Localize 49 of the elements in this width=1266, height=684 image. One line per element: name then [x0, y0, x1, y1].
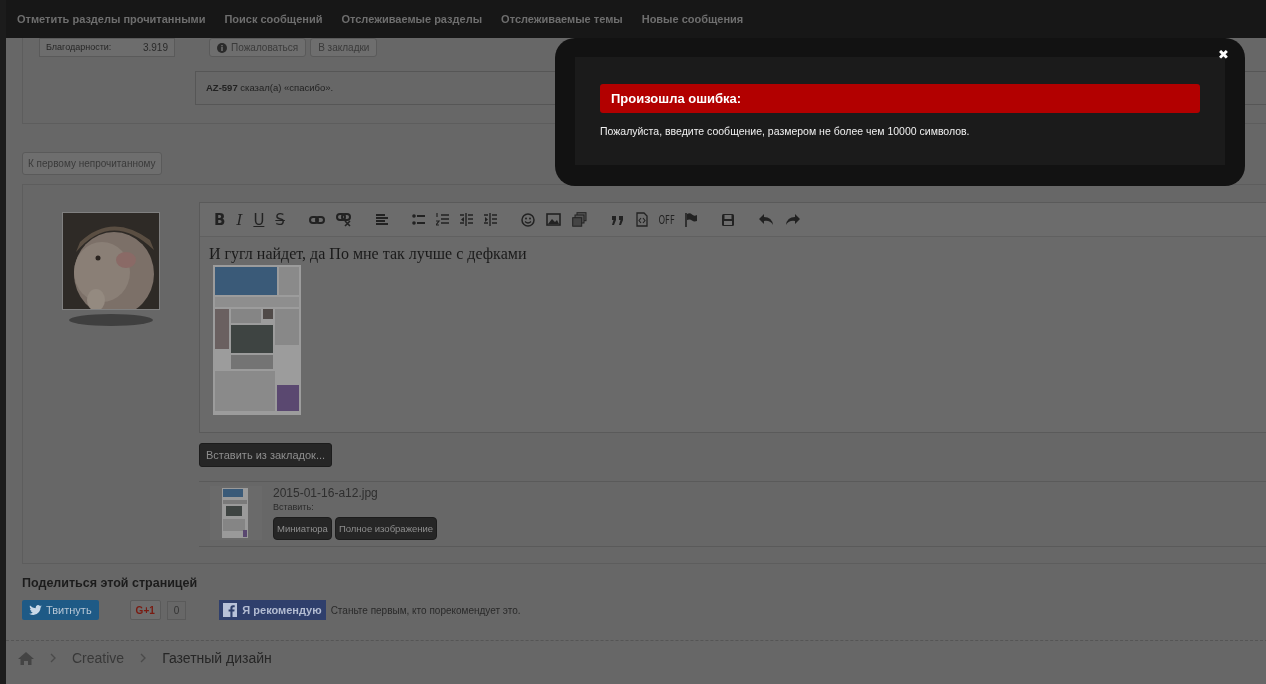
thanks-label: Благодарности: — [46, 42, 112, 53]
google-plus-button[interactable]: G+1 — [129, 600, 161, 620]
recommend-button[interactable]: Я рекомендую — [219, 600, 326, 620]
nav-link[interactable]: Отслеживаемые темы — [501, 13, 623, 25]
chevron-icon — [50, 653, 56, 663]
media-icon[interactable] — [571, 212, 587, 227]
numbered-list-icon[interactable] — [435, 213, 449, 226]
error-message: Пожалуйста, введите сообщение, размером не более чем 10000 символов. — [600, 125, 971, 137]
chevron-icon — [140, 653, 147, 663]
insert-from-bookmarks-button[interactable]: Вставить из закладок... — [199, 443, 333, 467]
home-icon[interactable] — [18, 651, 34, 665]
quote-icon[interactable] — [610, 214, 625, 225]
save-icon[interactable] — [721, 212, 736, 227]
error-title: Произошла ошибка: — [600, 84, 1200, 113]
nav-link[interactable]: Новые сообщения — [641, 13, 744, 25]
align-left-icon[interactable] — [375, 213, 388, 226]
thanks-value: 3.919 — [142, 42, 168, 53]
attachment-filename: 2015-01-16-a12.jpg — [273, 486, 379, 500]
image-icon[interactable] — [545, 213, 561, 226]
nav-link[interactable]: Поиск сообщений — [224, 13, 323, 25]
format-button[interactable]: S — [275, 210, 285, 229]
close-button[interactable]: ✖ — [1218, 47, 1229, 62]
format-button[interactable]: I — [236, 210, 243, 229]
link-icon[interactable] — [308, 214, 325, 225]
format-button[interactable]: B — [214, 210, 226, 229]
format-button[interactable]: U — [253, 210, 265, 229]
flag-icon[interactable] — [685, 212, 698, 227]
bullet-list-icon[interactable] — [411, 213, 425, 226]
unlink-icon[interactable] — [335, 212, 352, 227]
message-text: И гугл найдет, да По мне так лучше с дефками — [209, 245, 528, 263]
redo-icon[interactable] — [785, 214, 801, 225]
undo-icon[interactable] — [759, 214, 775, 225]
bird-icon — [29, 604, 42, 616]
info-icon — [217, 42, 227, 53]
smiley-icon[interactable] — [520, 212, 535, 227]
code-icon[interactable] — [635, 212, 648, 227]
nav-link[interactable]: Отметить разделы прочитанными — [17, 13, 206, 25]
breadcrumb-link[interactable]: Газетный дизайн — [162, 650, 272, 666]
share-heading: Поделиться этой страницей — [22, 576, 198, 590]
insert-label: Вставить: — [273, 502, 315, 512]
nav-link[interactable]: Отслеживаемые разделы — [341, 13, 483, 25]
insert-full-image-button[interactable]: Полное изображение — [334, 517, 438, 540]
indent-icon[interactable] — [483, 213, 497, 226]
off-topic-button[interactable]: OFF — [658, 212, 675, 227]
outdent-icon[interactable] — [459, 213, 473, 226]
f-logo-icon — [223, 603, 238, 617]
insert-thumbnail-button[interactable]: Миниатюра — [273, 517, 332, 540]
message-editor[interactable]: B I U S OFF И гугл найдет, да По мне так лучше с дефками — [199, 202, 1266, 433]
tweet-button[interactable]: Твитнуть — [22, 600, 99, 620]
